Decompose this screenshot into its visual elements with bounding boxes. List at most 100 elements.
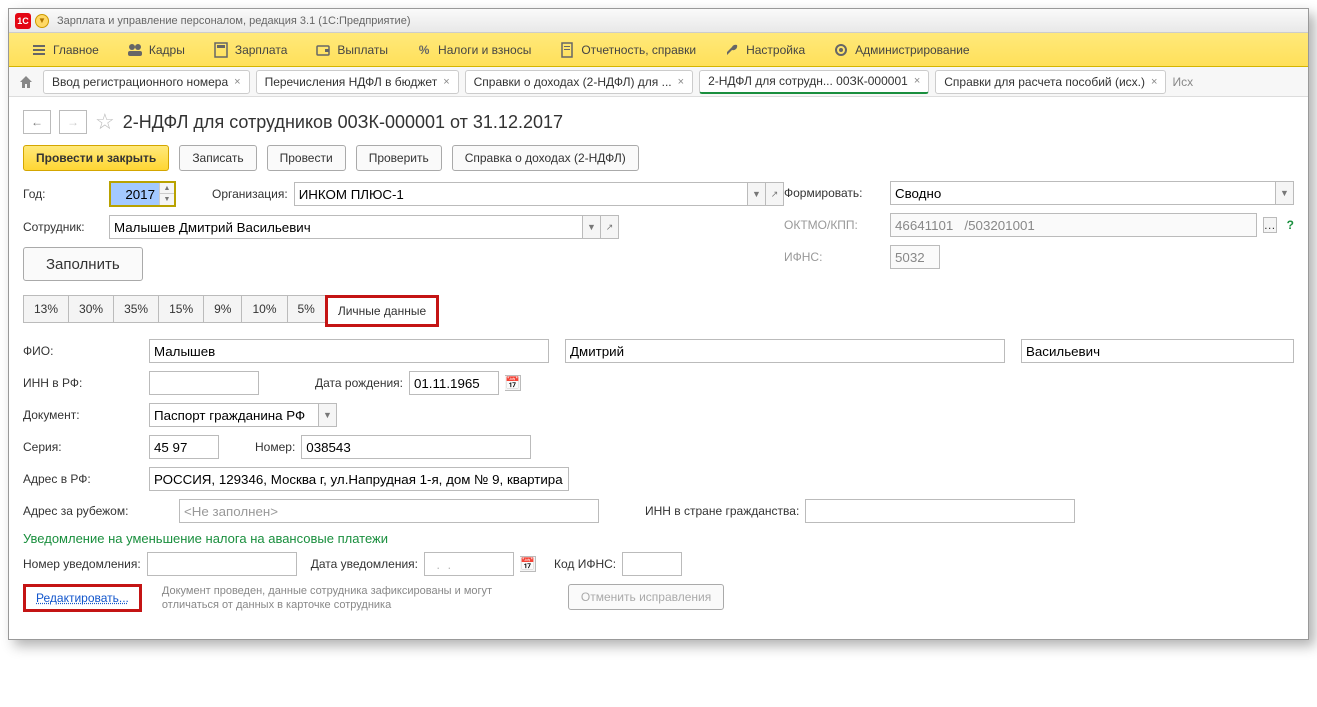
inn-abroad-input[interactable] [805, 499, 1075, 523]
rate-tab-35[interactable]: 35% [113, 295, 159, 323]
notice-date-input[interactable] [424, 552, 514, 576]
tab-2ndfl-ref[interactable]: Справки о доходах (2-НДФЛ) для ... × [465, 70, 693, 94]
oktmo-more[interactable]: … [1263, 217, 1277, 233]
rate-tab-13[interactable]: 13% [23, 295, 69, 323]
oktmo-input [890, 213, 1257, 237]
lastname-input[interactable] [149, 339, 549, 363]
menu-salary[interactable]: Зарплата [199, 33, 302, 66]
calendar-icon[interactable]: 📅 [505, 375, 521, 391]
inn-rf-label: ИНН в РФ: [23, 376, 143, 390]
edit-link-box: Редактировать... [23, 584, 142, 612]
personal-data-tab[interactable]: Личные данные [325, 295, 439, 327]
tab-label: Справки о доходах (2-НДФЛ) для ... [474, 75, 672, 89]
tab-reg-number[interactable]: Ввод регистрационного номера× [43, 70, 250, 94]
year-up[interactable]: ▲ [160, 183, 174, 194]
page-title: 2-НДФЛ для сотрудников 00ЗК-000001 от 31… [123, 112, 563, 133]
menu-settings[interactable]: Настройка [710, 33, 819, 66]
rate-tab-30[interactable]: 30% [68, 295, 114, 323]
org-input[interactable] [294, 182, 748, 206]
menu-home[interactable]: Главное [17, 33, 113, 66]
dob-input[interactable] [409, 371, 499, 395]
year-down[interactable]: ▼ [160, 194, 174, 205]
rate-tab-15[interactable]: 15% [158, 295, 204, 323]
rate-tab-10[interactable]: 10% [241, 295, 287, 323]
help-icon[interactable]: ? [1287, 218, 1294, 232]
addr-abroad-input[interactable] [179, 499, 599, 523]
org-open[interactable]: ↗ [766, 182, 784, 206]
rate-tab-5[interactable]: 5% [287, 295, 326, 323]
form-mode-dropdown[interactable]: ▼ [1276, 181, 1294, 205]
calendar-icon[interactable]: 📅 [520, 556, 536, 572]
post-button[interactable]: Провести [267, 145, 346, 171]
year-label: Год: [23, 187, 103, 201]
rate-tabs: 13% 30% 35% 15% 9% 10% 5% Личные данные [23, 295, 1294, 327]
people-icon [127, 42, 143, 58]
menu-settings-label: Настройка [746, 43, 805, 57]
tab-label: Перечисления НДФЛ в бюджет [265, 75, 438, 89]
notice-number-input[interactable] [147, 552, 297, 576]
wrench-icon [724, 42, 740, 58]
menu-admin[interactable]: Администрирование [819, 33, 983, 66]
nav-back[interactable]: ← [23, 110, 51, 134]
notice-ifns-input[interactable] [622, 552, 682, 576]
notice-number-label: Номер уведомления: [23, 557, 141, 571]
series-label: Серия: [23, 440, 143, 454]
menu-payments[interactable]: Выплаты [301, 33, 402, 66]
firstname-input[interactable] [565, 339, 1005, 363]
menu-staff-label: Кадры [149, 43, 185, 57]
doc-type-input[interactable] [149, 403, 319, 427]
inn-rf-input[interactable] [149, 371, 259, 395]
series-input[interactable] [149, 435, 219, 459]
save-button[interactable]: Записать [179, 145, 256, 171]
main-menu: Главное Кадры Зарплата Выплаты % Налоги … [9, 33, 1308, 67]
rate-tab-9[interactable]: 9% [203, 295, 242, 323]
doc-label: Документ: [23, 408, 143, 422]
gear-icon [833, 42, 849, 58]
cancel-edits-button[interactable]: Отменить исправления [568, 584, 724, 610]
addr-rf-input[interactable] [149, 467, 569, 491]
dob-label: Дата рождения: [315, 376, 403, 390]
star-icon[interactable]: ☆ [95, 109, 115, 135]
ifns-input [890, 245, 940, 269]
close-icon[interactable]: × [443, 76, 449, 88]
employee-input[interactable] [109, 215, 583, 239]
menu-taxes[interactable]: % Налоги и взносы [402, 33, 545, 66]
close-icon[interactable]: × [914, 75, 920, 87]
menu-icon [31, 42, 47, 58]
middlename-input[interactable] [1021, 339, 1294, 363]
check-button[interactable]: Проверить [356, 145, 442, 171]
menu-home-label: Главное [53, 43, 99, 57]
number-label: Номер: [255, 440, 295, 454]
form-mode-input[interactable] [890, 181, 1276, 205]
tab-2ndfl-current[interactable]: 2-НДФЛ для сотрудн... 00ЗК-000001× [699, 70, 929, 94]
tab-benefits[interactable]: Справки для расчета пособий (исх.)× [935, 70, 1166, 94]
edit-hint: Документ проведен, данные сотрудника заф… [162, 584, 542, 613]
menu-salary-label: Зарплата [235, 43, 288, 57]
close-icon[interactable]: × [1151, 76, 1157, 88]
year-input[interactable] [111, 183, 159, 205]
app-menu-dropdown[interactable]: ▼ [35, 14, 49, 28]
tab-ndfl-transfer[interactable]: Перечисления НДФЛ в бюджет × [256, 70, 459, 94]
employee-open[interactable]: ↗ [601, 215, 619, 239]
close-icon[interactable]: × [234, 76, 240, 88]
report-icon [559, 42, 575, 58]
menu-payments-label: Выплаты [337, 43, 388, 57]
menu-staff[interactable]: Кадры [113, 33, 199, 66]
org-dropdown[interactable]: ▼ [748, 182, 766, 206]
post-and-close-button[interactable]: Провести и закрыть [23, 145, 169, 171]
number-input[interactable] [301, 435, 531, 459]
nav-forward[interactable]: → [59, 110, 87, 134]
year-input-group: ▲ ▼ [109, 181, 176, 207]
employee-dropdown[interactable]: ▼ [583, 215, 601, 239]
tab-overflow: Исх [1172, 75, 1193, 89]
menu-reports[interactable]: Отчетность, справки [545, 33, 710, 66]
home-tab[interactable] [15, 71, 37, 93]
addr-abroad-label: Адрес за рубежом: [23, 504, 173, 518]
close-icon[interactable]: × [678, 76, 684, 88]
edit-link[interactable]: Редактировать... [36, 591, 129, 605]
doc-type-dropdown[interactable]: ▼ [319, 403, 337, 427]
fill-button[interactable]: Заполнить [23, 247, 143, 281]
oktmo-label: ОКТМО/КПП: [784, 218, 884, 232]
form-mode-label: Формировать: [784, 186, 884, 200]
income-cert-button[interactable]: Справка о доходах (2-НДФЛ) [452, 145, 639, 171]
